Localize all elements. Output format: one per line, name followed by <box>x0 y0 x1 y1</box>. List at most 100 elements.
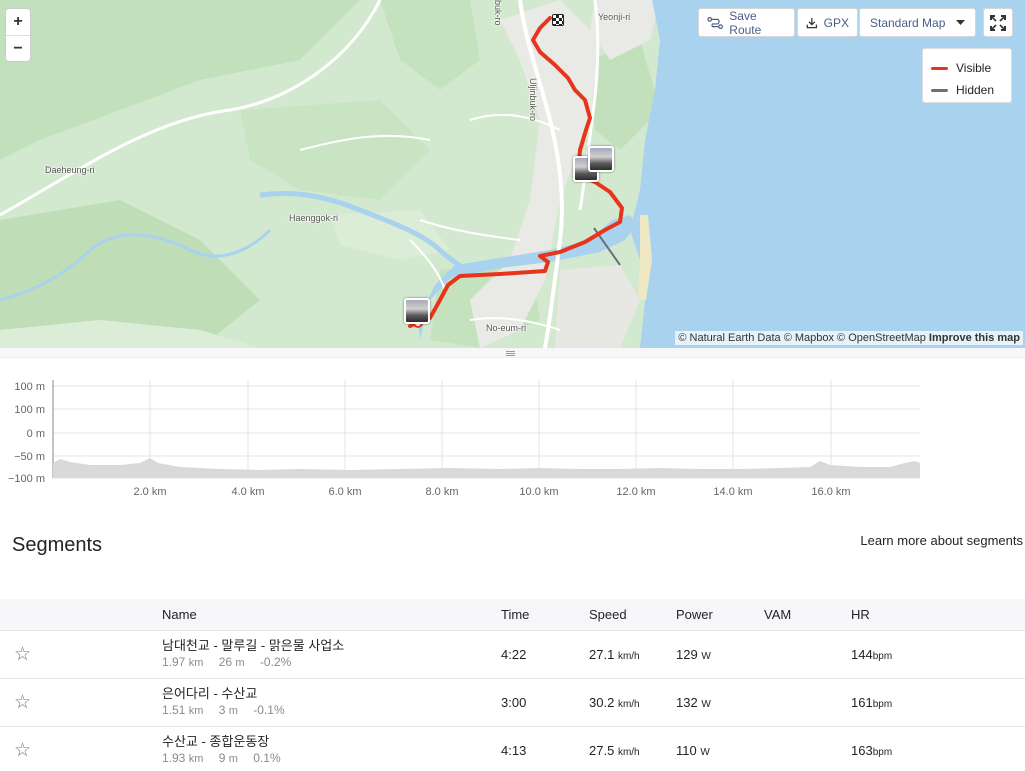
fullscreen-button[interactable] <box>983 8 1013 37</box>
elevation-chart[interactable]: 100 m 100 m 0 m −50 m −100 m 2.0 km 4.0 … <box>0 368 1025 508</box>
vam-column-header[interactable]: VAM <box>764 599 851 630</box>
save-route-button[interactable]: Save Route <box>698 8 795 37</box>
segment-power: 110 <box>676 742 697 758</box>
distance-unit: km <box>188 657 204 669</box>
segment-time: 3:00 <box>501 694 527 710</box>
gpx-label: GPX <box>823 15 849 30</box>
speed-unit: km/h <box>617 746 640 758</box>
y-tick-label: 100 m <box>14 381 45 393</box>
zoom-control: + − <box>5 8 31 62</box>
photo-marker[interactable] <box>404 298 430 324</box>
segment-hr: 161 <box>851 694 873 710</box>
elevation-unit: m <box>235 657 245 669</box>
route-icon <box>707 16 723 29</box>
segment-grade: -0.2% <box>259 655 292 669</box>
segment-row[interactable]: ☆ 수산교 - 종합운동장 1.93 km 9 m 0.1% 4:13 27.5… <box>0 725 1025 771</box>
power-column-header[interactable]: Power <box>676 599 764 630</box>
map-style-dropdown[interactable]: Standard Map <box>859 8 976 37</box>
legend-hidden[interactable]: Hidden <box>931 79 1003 101</box>
y-tick-label: −50 m <box>14 451 45 463</box>
segment-name-link[interactable]: 남대천교 - 말루길 - 맑은물 사업소 <box>162 637 501 654</box>
map-style-label: Standard Map <box>870 15 946 30</box>
segment-grade: -0.1% <box>253 703 285 717</box>
download-icon <box>806 17 818 28</box>
star-icon[interactable]: ☆ <box>14 740 31 761</box>
road-label-uljinbuk: Uljinbuk-ro <box>528 78 538 122</box>
power-unit: W <box>701 698 711 710</box>
segment-elevation: 9 <box>218 751 226 766</box>
x-tick-label: 4.0 km <box>231 486 264 498</box>
map-base-layer <box>0 0 1025 348</box>
x-tick-label: 16.0 km <box>811 486 850 498</box>
segment-name-link[interactable]: 수산교 - 종합운동장 <box>162 733 501 750</box>
segment-name-link[interactable]: 은어다리 - 수산교 <box>162 685 501 702</box>
segment-time: 4:22 <box>501 646 527 662</box>
power-unit: W <box>700 746 710 758</box>
elevation-unit: m <box>228 753 238 766</box>
x-tick-label: 14.0 km <box>713 486 752 498</box>
x-tick-label: 8.0 km <box>425 486 458 498</box>
segment-row[interactable]: ☆ 남대천교 - 말루길 - 맑은물 사업소 1.97 km 26 m -0.2… <box>0 629 1025 678</box>
save-route-label: Save Route <box>729 8 762 37</box>
zoom-in-button[interactable]: + <box>6 9 30 35</box>
y-tick-label: 0 m <box>27 428 45 440</box>
zoom-out-button[interactable]: − <box>6 35 30 61</box>
x-tick-label: 2.0 km <box>133 486 166 498</box>
power-unit: W <box>701 650 711 662</box>
drag-grip-icon <box>506 351 515 356</box>
y-tick-label: 100 m <box>14 404 45 416</box>
elevation-unit: m <box>228 705 238 717</box>
legend-hidden-swatch <box>931 88 948 92</box>
segment-time: 4:13 <box>501 742 527 758</box>
segment-speed: 27.5 <box>589 742 615 758</box>
segment-distance: 1.93 <box>162 751 186 766</box>
elevation-profile <box>53 458 920 478</box>
road-label-buk-ro: buk-ro <box>493 0 503 26</box>
segments-title: Segments <box>12 534 103 556</box>
segment-speed: 27.1 <box>589 646 615 662</box>
place-label-yeonji: Yeonji-ri <box>598 12 631 22</box>
place-label-noeum: No-eum-ri <box>486 323 527 333</box>
segment-distance: 1.51 <box>162 703 186 717</box>
segment-grade: 0.1% <box>253 751 281 766</box>
segment-row[interactable]: ☆ 은어다리 - 수산교 1.51 km 3 m -0.1% 3:00 30.2… <box>0 677 1025 726</box>
fullscreen-icon <box>990 14 1006 31</box>
legend-visible[interactable]: Visible <box>931 57 1003 79</box>
star-icon[interactable]: ☆ <box>14 692 31 713</box>
attribution-text[interactable]: © Natural Earth Data © Mapbox © OpenStre… <box>678 332 925 344</box>
segment-elevation: 3 <box>218 703 226 717</box>
star-column-header <box>0 599 162 630</box>
segments-table: Name Time Speed Power VAM HR ☆ 남대천교 - 말루… <box>0 599 1025 771</box>
y-tick-label: −100 m <box>8 473 45 485</box>
time-column-header[interactable]: Time <box>501 599 589 630</box>
place-label-daeheung: Daeheung-ri <box>45 165 95 175</box>
map-attribution: © Natural Earth Data © Mapbox © OpenStre… <box>675 331 1023 345</box>
segments-header-row: Name Time Speed Power VAM HR <box>0 599 1025 630</box>
improve-map-link[interactable]: Improve this map <box>929 332 1020 344</box>
gpx-download-button[interactable]: GPX <box>797 8 858 37</box>
star-icon[interactable]: ☆ <box>14 644 31 665</box>
segment-hr: 144 <box>851 646 873 662</box>
hr-unit: bpm <box>872 746 893 758</box>
segment-power: 129 <box>676 646 698 662</box>
hr-column-header[interactable]: HR <box>851 599 1025 630</box>
segment-distance: 1.97 <box>162 655 186 669</box>
x-tick-label: 12.0 km <box>616 486 655 498</box>
speed-unit: km/h <box>617 698 640 710</box>
segment-hr: 163 <box>851 742 873 758</box>
photo-marker[interactable] <box>588 146 614 172</box>
route-map[interactable]: Daeheung-ri Haenggok-ri Yeonji-ri No-eum… <box>0 0 1025 348</box>
legend-hidden-label: Hidden <box>956 83 995 97</box>
x-tick-label: 10.0 km <box>519 486 558 498</box>
legend-visible-label: Visible <box>956 61 992 75</box>
speed-unit: km/h <box>617 650 640 662</box>
speed-column-header[interactable]: Speed <box>589 599 676 630</box>
place-label-haenggok: Haenggok-ri <box>289 213 339 223</box>
hr-unit: bpm <box>872 698 893 710</box>
hr-unit: bpm <box>872 650 893 662</box>
learn-more-segments-link[interactable]: Learn more about segments <box>860 533 1023 548</box>
segment-stats: 1.97 km 26 m -0.2% <box>162 654 501 671</box>
resize-handle[interactable] <box>0 348 1025 358</box>
name-column-header[interactable]: Name <box>162 599 501 630</box>
legend-visible-swatch <box>931 66 948 70</box>
